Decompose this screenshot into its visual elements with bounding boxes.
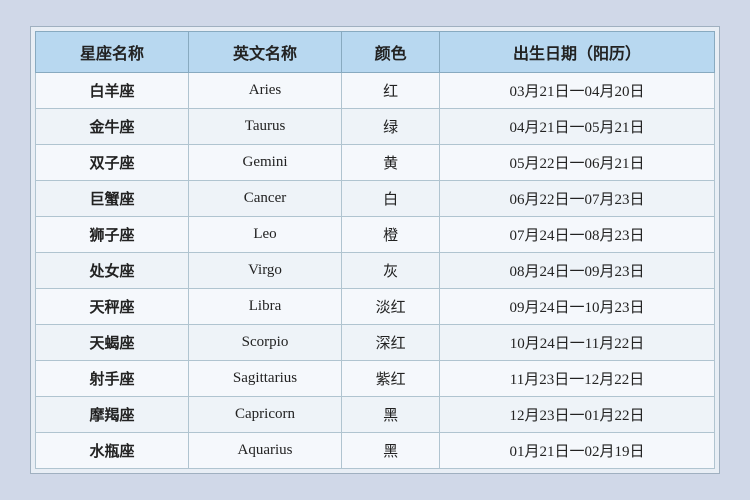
cell-chinese-name: 金牛座 [36, 109, 189, 145]
cell-english-name: Aries [188, 73, 341, 109]
cell-color: 黑 [342, 433, 440, 469]
cell-color: 橙 [342, 217, 440, 253]
cell-dates: 11月23日一12月22日 [440, 361, 715, 397]
cell-english-name: Cancer [188, 181, 341, 217]
cell-english-name: Aquarius [188, 433, 341, 469]
cell-color: 红 [342, 73, 440, 109]
cell-dates: 10月24日一11月22日 [440, 325, 715, 361]
header-chinese-name: 星座名称 [36, 32, 189, 73]
header-dates: 出生日期（阳历） [440, 32, 715, 73]
cell-chinese-name: 天蝎座 [36, 325, 189, 361]
table-row: 狮子座Leo橙07月24日一08月23日 [36, 217, 715, 253]
cell-dates: 06月22日一07月23日 [440, 181, 715, 217]
cell-english-name: Gemini [188, 145, 341, 181]
cell-chinese-name: 射手座 [36, 361, 189, 397]
table-row: 水瓶座Aquarius黑01月21日一02月19日 [36, 433, 715, 469]
cell-chinese-name: 天秤座 [36, 289, 189, 325]
header-english-name: 英文名称 [188, 32, 341, 73]
cell-chinese-name: 摩羯座 [36, 397, 189, 433]
cell-chinese-name: 白羊座 [36, 73, 189, 109]
table-row: 射手座Sagittarius紫红11月23日一12月22日 [36, 361, 715, 397]
cell-dates: 12月23日一01月22日 [440, 397, 715, 433]
cell-dates: 01月21日一02月19日 [440, 433, 715, 469]
cell-color: 灰 [342, 253, 440, 289]
cell-chinese-name: 水瓶座 [36, 433, 189, 469]
table-row: 处女座Virgo灰08月24日一09月23日 [36, 253, 715, 289]
table-header-row: 星座名称 英文名称 颜色 出生日期（阳历） [36, 32, 715, 73]
table-row: 巨蟹座Cancer白06月22日一07月23日 [36, 181, 715, 217]
cell-dates: 07月24日一08月23日 [440, 217, 715, 253]
table-row: 金牛座Taurus绿04月21日一05月21日 [36, 109, 715, 145]
cell-color: 紫红 [342, 361, 440, 397]
cell-english-name: Virgo [188, 253, 341, 289]
cell-color: 深红 [342, 325, 440, 361]
cell-english-name: Taurus [188, 109, 341, 145]
cell-english-name: Sagittarius [188, 361, 341, 397]
table-row: 天蝎座Scorpio深红10月24日一11月22日 [36, 325, 715, 361]
cell-color: 淡红 [342, 289, 440, 325]
cell-chinese-name: 处女座 [36, 253, 189, 289]
cell-color: 白 [342, 181, 440, 217]
cell-dates: 04月21日一05月21日 [440, 109, 715, 145]
zodiac-table: 星座名称 英文名称 颜色 出生日期（阳历） 白羊座Aries红03月21日一04… [35, 31, 715, 469]
zodiac-table-wrapper: 星座名称 英文名称 颜色 出生日期（阳历） 白羊座Aries红03月21日一04… [30, 26, 720, 474]
cell-chinese-name: 双子座 [36, 145, 189, 181]
cell-color: 黄 [342, 145, 440, 181]
cell-english-name: Scorpio [188, 325, 341, 361]
cell-english-name: Leo [188, 217, 341, 253]
table-row: 白羊座Aries红03月21日一04月20日 [36, 73, 715, 109]
cell-dates: 09月24日一10月23日 [440, 289, 715, 325]
cell-color: 绿 [342, 109, 440, 145]
cell-chinese-name: 巨蟹座 [36, 181, 189, 217]
table-row: 天秤座Libra淡红09月24日一10月23日 [36, 289, 715, 325]
header-color: 颜色 [342, 32, 440, 73]
table-row: 摩羯座Capricorn黑12月23日一01月22日 [36, 397, 715, 433]
cell-chinese-name: 狮子座 [36, 217, 189, 253]
cell-english-name: Libra [188, 289, 341, 325]
cell-dates: 08月24日一09月23日 [440, 253, 715, 289]
cell-dates: 03月21日一04月20日 [440, 73, 715, 109]
table-row: 双子座Gemini黄05月22日一06月21日 [36, 145, 715, 181]
cell-dates: 05月22日一06月21日 [440, 145, 715, 181]
cell-english-name: Capricorn [188, 397, 341, 433]
cell-color: 黑 [342, 397, 440, 433]
